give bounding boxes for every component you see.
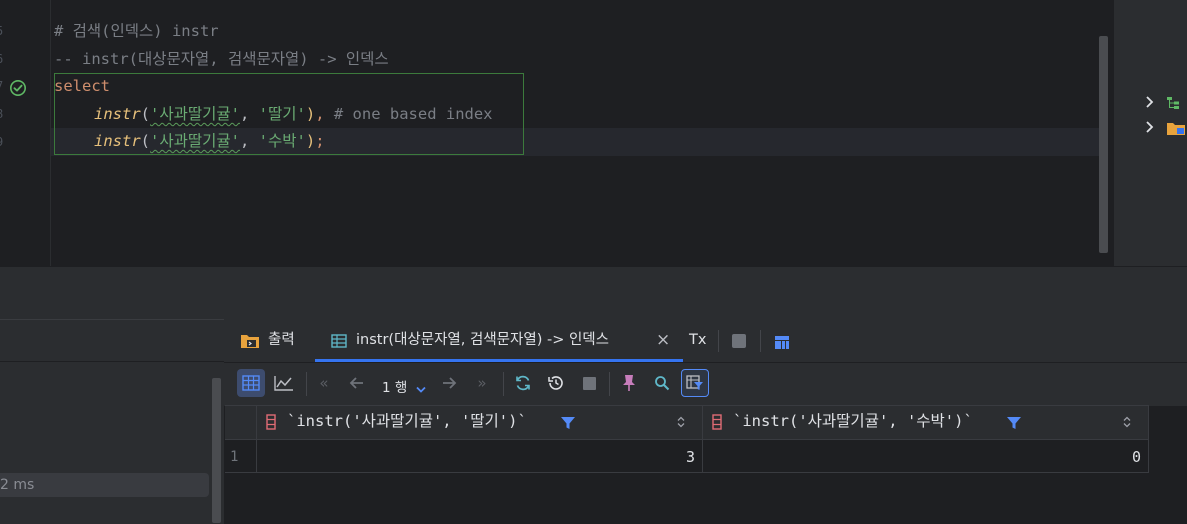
pin-icon[interactable]	[615, 369, 643, 397]
toolbar-separator	[503, 372, 504, 396]
layout-icon[interactable]	[775, 334, 789, 349]
search-icon[interactable]	[648, 369, 676, 397]
row-number-divider	[256, 405, 257, 473]
folder-icon[interactable]	[1166, 120, 1186, 136]
sort-icon[interactable]	[676, 414, 686, 430]
filter-icon[interactable]	[561, 415, 575, 429]
tab-output[interactable]: 출력	[268, 319, 295, 362]
line-number: 8	[0, 107, 6, 121]
toolbar-separator	[306, 372, 307, 396]
filter-toggle-icon[interactable]	[681, 369, 709, 397]
filter-icon[interactable]	[1007, 415, 1021, 429]
line-number: 6	[0, 52, 6, 66]
column-type-icon	[712, 414, 722, 430]
row-divider	[225, 472, 1148, 473]
cancel-query-icon[interactable]	[575, 369, 603, 397]
next-page-icon[interactable]	[435, 369, 463, 397]
stop-icon[interactable]	[732, 334, 746, 348]
execution-duration: 2 ms	[0, 477, 35, 493]
page-size-selector[interactable]: 1 행	[382, 376, 407, 396]
last-page-icon[interactable]: »	[468, 369, 496, 397]
column-header-2[interactable]: `instr('사과딸기귤', '수박')`	[733, 405, 973, 438]
row-number: 1	[230, 449, 239, 465]
table-cell[interactable]: 0	[706, 439, 1141, 472]
gutter-divider	[50, 0, 51, 266]
statement-selection-box	[54, 73, 524, 155]
chevron-down-icon[interactable]	[415, 380, 427, 393]
tree-structure-icon[interactable]	[1166, 95, 1184, 109]
tab-separator	[718, 330, 719, 352]
left-panel-scrollbar[interactable]	[212, 378, 221, 523]
editor-scrollbar[interactable]	[1099, 36, 1108, 253]
table-cell[interactable]: 3	[260, 439, 695, 472]
line-number: 7	[0, 79, 6, 93]
table-view-icon[interactable]	[237, 369, 265, 397]
output-folder-icon[interactable]	[240, 332, 260, 350]
close-tab-icon[interactable]: ×	[656, 319, 670, 362]
panel-splitter-area	[0, 266, 1187, 320]
tab-separator	[760, 330, 761, 352]
chevron-right-icon[interactable]	[1143, 119, 1157, 135]
chevron-right-icon[interactable]	[1143, 94, 1157, 110]
tab-transaction[interactable]: Tx	[689, 319, 706, 362]
column-type-icon	[266, 414, 276, 430]
column-header-1[interactable]: `instr('사과딸기귤', '딸기')`	[287, 405, 527, 438]
run-success-check-icon[interactable]	[9, 79, 27, 97]
toolbar-separator	[609, 372, 610, 396]
code-line-comment[interactable]: # 검색(인덱스) instr	[54, 18, 219, 45]
line-number: 5	[0, 24, 6, 38]
previous-page-icon[interactable]	[343, 369, 371, 397]
table-icon[interactable]	[331, 333, 347, 348]
first-page-icon[interactable]: «	[310, 369, 338, 397]
chart-view-icon[interactable]	[270, 369, 298, 397]
code-line-comment[interactable]: -- instr(대상문자열, 검색문자열) -> 인덱스	[54, 46, 389, 73]
refresh-icon[interactable]	[509, 369, 537, 397]
column-divider	[1148, 405, 1149, 473]
history-icon[interactable]	[542, 369, 570, 397]
tab-result-instr[interactable]: instr(대상문자열, 검색문자열) -> 인덱스	[356, 319, 609, 362]
left-panel-divider	[0, 361, 224, 362]
sort-icon[interactable]	[1122, 414, 1132, 430]
line-number: 9	[0, 135, 6, 149]
column-divider	[702, 405, 703, 473]
